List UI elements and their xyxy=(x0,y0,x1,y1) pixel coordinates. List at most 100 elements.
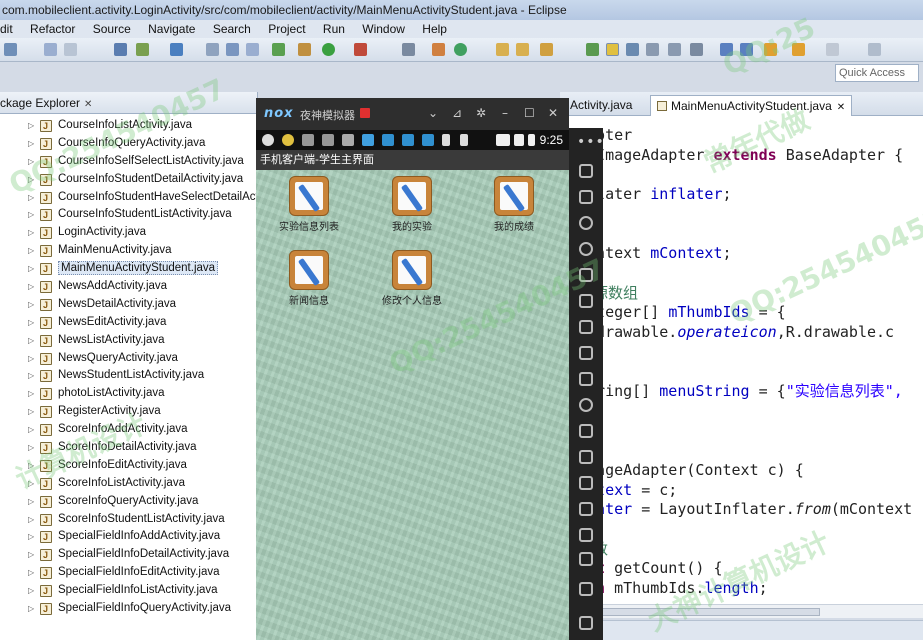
tree-item[interactable]: ▷ LoginActivity.java xyxy=(0,224,258,243)
next-annotation-icon[interactable] xyxy=(586,43,599,56)
close-icon[interactable]: ✕ xyxy=(837,102,845,113)
close-icon[interactable]: ✕ xyxy=(548,106,558,120)
expand-arrow-icon[interactable]: ▷ xyxy=(28,367,34,385)
package-explorer-tab[interactable]: ckage Explorer ✕ xyxy=(0,92,257,114)
menu-source[interactable]: Source xyxy=(93,20,131,38)
prev-edit-icon[interactable] xyxy=(740,43,753,56)
tree-item[interactable]: ▷ CourseInfoStudentDetailActivity.java xyxy=(0,171,258,190)
back-arrow-icon[interactable] xyxy=(792,43,805,56)
maximize-icon[interactable]: ☐ xyxy=(524,106,535,120)
run-icon[interactable] xyxy=(322,43,335,56)
tile-my-experiments[interactable]: 我的实验 xyxy=(362,176,462,233)
open-type-icon[interactable] xyxy=(516,43,529,56)
volume-up-icon[interactable] xyxy=(579,320,593,334)
tab-main-menu-activity-student[interactable]: MainMenuActivityStudent.java ✕ xyxy=(650,95,853,116)
expand-arrow-icon[interactable]: ▷ xyxy=(28,117,34,135)
tile-experiment-list[interactable]: 实验信息列表 xyxy=(259,176,359,233)
tree-item[interactable]: ▷ NewsListActivity.java xyxy=(0,332,258,351)
toolbox-icon[interactable] xyxy=(579,476,593,490)
tile-news[interactable]: 新闻信息 xyxy=(259,250,359,307)
scissors-icon[interactable] xyxy=(579,216,593,230)
expand-arrow-icon[interactable]: ▷ xyxy=(28,528,34,546)
menu-window[interactable]: Window xyxy=(362,20,405,38)
menu-run[interactable]: Run xyxy=(323,20,345,38)
tree-item[interactable]: ▷ RegisterActivity.java xyxy=(0,403,258,422)
mark-occurrences-icon[interactable] xyxy=(606,43,619,56)
tree-item[interactable]: ▷ NewsEditActivity.java xyxy=(0,314,258,333)
expand-arrow-icon[interactable]: ▷ xyxy=(28,260,34,278)
expand-arrow-icon[interactable]: ▷ xyxy=(28,600,34,618)
tree-item[interactable]: ▷ ScoreInfoListActivity.java xyxy=(0,475,258,494)
expand-arrow-icon[interactable]: ▷ xyxy=(28,475,34,493)
next-edit-icon[interactable] xyxy=(720,43,733,56)
console-icon[interactable] xyxy=(246,43,259,56)
tile-edit-profile[interactable]: 修改个人信息 xyxy=(362,250,462,307)
volume-down-icon[interactable] xyxy=(579,346,593,360)
word-wrap-icon[interactable] xyxy=(626,43,639,56)
overview-icon[interactable] xyxy=(579,616,593,630)
code-editor[interactable]: dapter s ImageAdapter extends BaseAdapte… xyxy=(560,116,923,616)
tasks-icon[interactable] xyxy=(226,43,239,56)
menu-icon[interactable] xyxy=(579,502,593,516)
expand-arrow-icon[interactable]: ▷ xyxy=(28,403,34,421)
tree-item[interactable]: ▷ MainMenuActivity.java xyxy=(0,242,258,261)
tree-item[interactable]: ▷ ScoreInfoEditActivity.java xyxy=(0,457,258,476)
expand-arrow-icon[interactable]: ▷ xyxy=(28,493,34,511)
debug-icon[interactable] xyxy=(272,43,285,56)
search-icon[interactable] xyxy=(540,43,553,56)
tree-item[interactable]: ▷ ScoreInfoAddActivity.java xyxy=(0,421,258,440)
quick-access-input[interactable]: Quick Access xyxy=(835,64,919,82)
open-folder-icon[interactable] xyxy=(496,43,509,56)
expand-arrow-icon[interactable]: ▷ xyxy=(28,171,34,189)
save-icon[interactable] xyxy=(44,43,57,56)
more-icon[interactable]: ••• xyxy=(577,134,605,150)
back-icon[interactable] xyxy=(764,43,777,56)
expand-arrow-icon[interactable]: ▷ xyxy=(28,546,34,564)
expand-arrow-icon[interactable]: ▷ xyxy=(28,564,34,582)
external-tools-icon[interactable] xyxy=(354,43,367,56)
expand-arrow-icon[interactable]: ▷ xyxy=(28,582,34,600)
expand-arrow-icon[interactable]: ▷ xyxy=(28,242,34,260)
perspective-icon[interactable] xyxy=(868,43,881,56)
tree-item[interactable]: ▷ photoListActivity.java xyxy=(0,385,258,404)
new-class-icon[interactable] xyxy=(432,43,445,56)
android-sdk-icon[interactable] xyxy=(136,43,149,56)
tile-my-grades[interactable]: 我的成绩 xyxy=(464,176,564,233)
tree-item[interactable]: ▷ NewsStudentListActivity.java xyxy=(0,367,258,386)
chevron-down-icon[interactable]: ⌄ xyxy=(428,106,438,120)
screen-icon[interactable] xyxy=(579,268,593,282)
expand-arrow-icon[interactable]: ▷ xyxy=(28,511,34,529)
tree-item[interactable]: ▷ ScoreInfoQueryActivity.java xyxy=(0,493,258,512)
expand-arrow-icon[interactable]: ▷ xyxy=(28,206,34,224)
tree-item[interactable]: ▷ CourseInfoListActivity.java xyxy=(0,117,258,136)
build-icon[interactable] xyxy=(206,43,219,56)
expand-arrow-icon[interactable]: ▷ xyxy=(28,457,34,475)
macro-icon[interactable] xyxy=(579,450,593,464)
close-icon[interactable]: ✕ xyxy=(84,99,92,110)
expand-arrow-icon[interactable]: ▷ xyxy=(28,439,34,457)
menu-refactor[interactable]: Refactor xyxy=(30,20,75,38)
tree-item[interactable]: ▷ NewsQueryActivity.java xyxy=(0,350,258,369)
expand-arrow-icon[interactable]: ▷ xyxy=(28,385,34,403)
home-icon[interactable] xyxy=(579,582,593,596)
tree-item[interactable]: ▷ SpecialFieldInfoQueryActivity.java xyxy=(0,600,258,619)
tree-item[interactable]: ▷ NewsDetailActivity.java xyxy=(0,296,258,315)
expand-arrow-icon[interactable]: ▷ xyxy=(28,296,34,314)
tree-item[interactable]: ▷ CourseInfoSelfSelectListActivity.java xyxy=(0,153,258,172)
keyboard-icon[interactable] xyxy=(579,190,593,204)
tree-item[interactable]: ▷ SpecialFieldInfoListActivity.java xyxy=(0,582,258,601)
expand-arrow-icon[interactable]: ▷ xyxy=(28,189,34,207)
tree-item[interactable]: ▷ ScoreInfoDetailActivity.java xyxy=(0,439,258,458)
tree-item[interactable]: ▷ SpecialFieldInfoDetailActivity.java xyxy=(0,546,258,565)
tree-item[interactable]: ▷ ScoreInfoStudentListActivity.java xyxy=(0,511,258,530)
tree-item[interactable]: ▷ CourseInfoStudentListActivity.java xyxy=(0,206,258,225)
expand-arrow-icon[interactable]: ▷ xyxy=(28,350,34,368)
forward-arrow-icon[interactable] xyxy=(826,43,839,56)
tree-item[interactable]: ▷ CourseInfoQueryActivity.java xyxy=(0,135,258,154)
expand-arrow-icon[interactable]: ▷ xyxy=(28,314,34,332)
pin-icon[interactable]: ⊿ xyxy=(452,106,462,120)
tree-item[interactable]: ▷ SpecialFieldInfoEditActivity.java xyxy=(0,564,258,583)
show-whitespace-icon[interactable] xyxy=(668,43,681,56)
menu-help[interactable]: Help xyxy=(422,20,447,38)
expand-arrow-icon[interactable]: ▷ xyxy=(28,421,34,439)
